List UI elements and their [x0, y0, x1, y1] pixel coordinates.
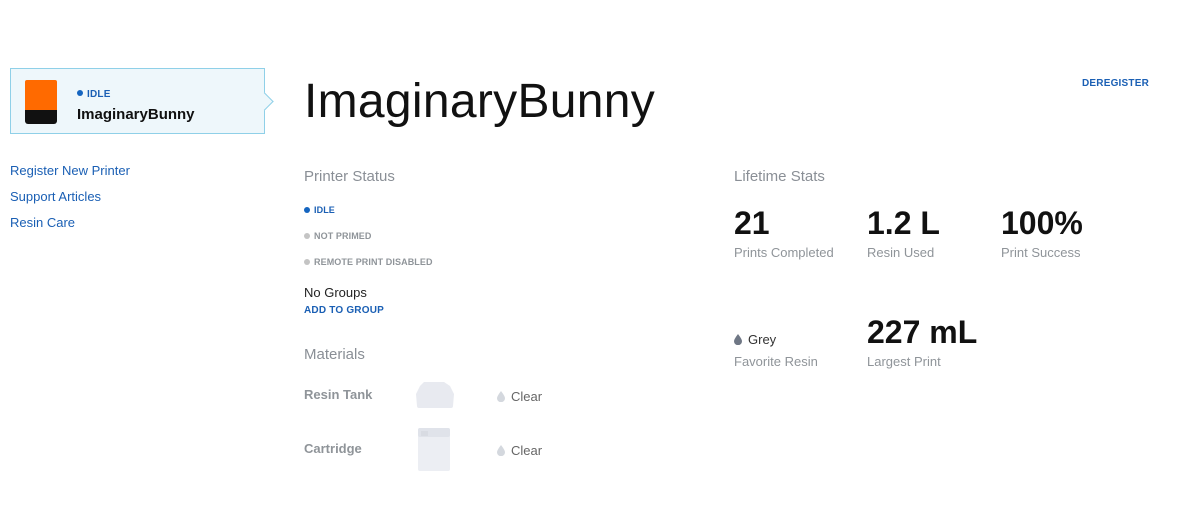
largest-print-label: Largest Print [867, 354, 941, 369]
card-pointer [255, 92, 274, 111]
printer-card-name: ImaginaryBunny [77, 106, 195, 123]
status-remote-print-label: REMOTE PRINT DISABLED [314, 257, 433, 267]
status-dot-icon [304, 232, 310, 239]
lifetime-stats-heading: Lifetime Stats [734, 168, 825, 185]
status-idle: IDLE [304, 205, 335, 215]
groups-text: No Groups [304, 285, 367, 300]
favorite-resin-text: Grey [748, 332, 777, 347]
prints-completed-value: 21 [734, 205, 770, 241]
resin-tank-value: Clear [511, 389, 543, 404]
cartridge-icon [418, 428, 450, 471]
status-dot-icon [77, 90, 83, 97]
resin-tank-material: Clear [497, 389, 542, 404]
printer-card-status-label: IDLE [87, 89, 111, 100]
resin-tank-icon [416, 382, 454, 408]
print-success-label: Print Success [1001, 245, 1081, 260]
cartridge-label: Cartridge [304, 441, 362, 456]
status-remote-print: REMOTE PRINT DISABLED [304, 257, 433, 267]
favorite-resin-value: Grey [734, 332, 776, 347]
largest-print-value: 227 mL [867, 314, 978, 350]
drop-icon [497, 391, 505, 403]
resin-used-label: Resin Used [867, 245, 935, 260]
add-to-group-button[interactable]: ADD TO GROUP [304, 305, 384, 316]
support-articles-link[interactable]: Support Articles [10, 189, 101, 204]
status-idle-label: IDLE [314, 205, 335, 215]
cartridge-value: Clear [511, 443, 543, 458]
resin-care-link[interactable]: Resin Care [10, 215, 75, 230]
status-not-primed: NOT PRIMED [304, 231, 372, 241]
print-success-value: 100% [1001, 205, 1083, 241]
register-new-printer-link[interactable]: Register New Printer [10, 163, 130, 178]
cartridge-material: Clear [497, 443, 542, 458]
printer-card[interactable]: IDLE ImaginaryBunny [10, 68, 274, 134]
printer-thumbnail-icon [25, 80, 57, 124]
drop-icon [734, 334, 742, 346]
page-title: ImaginaryBunny [304, 75, 656, 128]
status-not-primed-label: NOT PRIMED [314, 231, 372, 241]
status-dot-icon [304, 206, 310, 213]
drop-icon [497, 445, 505, 457]
status-dot-icon [304, 258, 310, 265]
favorite-resin-label: Favorite Resin [734, 354, 818, 369]
materials-heading: Materials [304, 346, 365, 363]
prints-completed-label: Prints Completed [734, 245, 834, 260]
resin-used-value: 1.2 L [867, 205, 940, 241]
resin-tank-label: Resin Tank [304, 387, 373, 402]
deregister-button[interactable]: DEREGISTER [1082, 78, 1149, 89]
printer-card-status: IDLE [77, 89, 111, 100]
printer-status-heading: Printer Status [304, 168, 395, 185]
